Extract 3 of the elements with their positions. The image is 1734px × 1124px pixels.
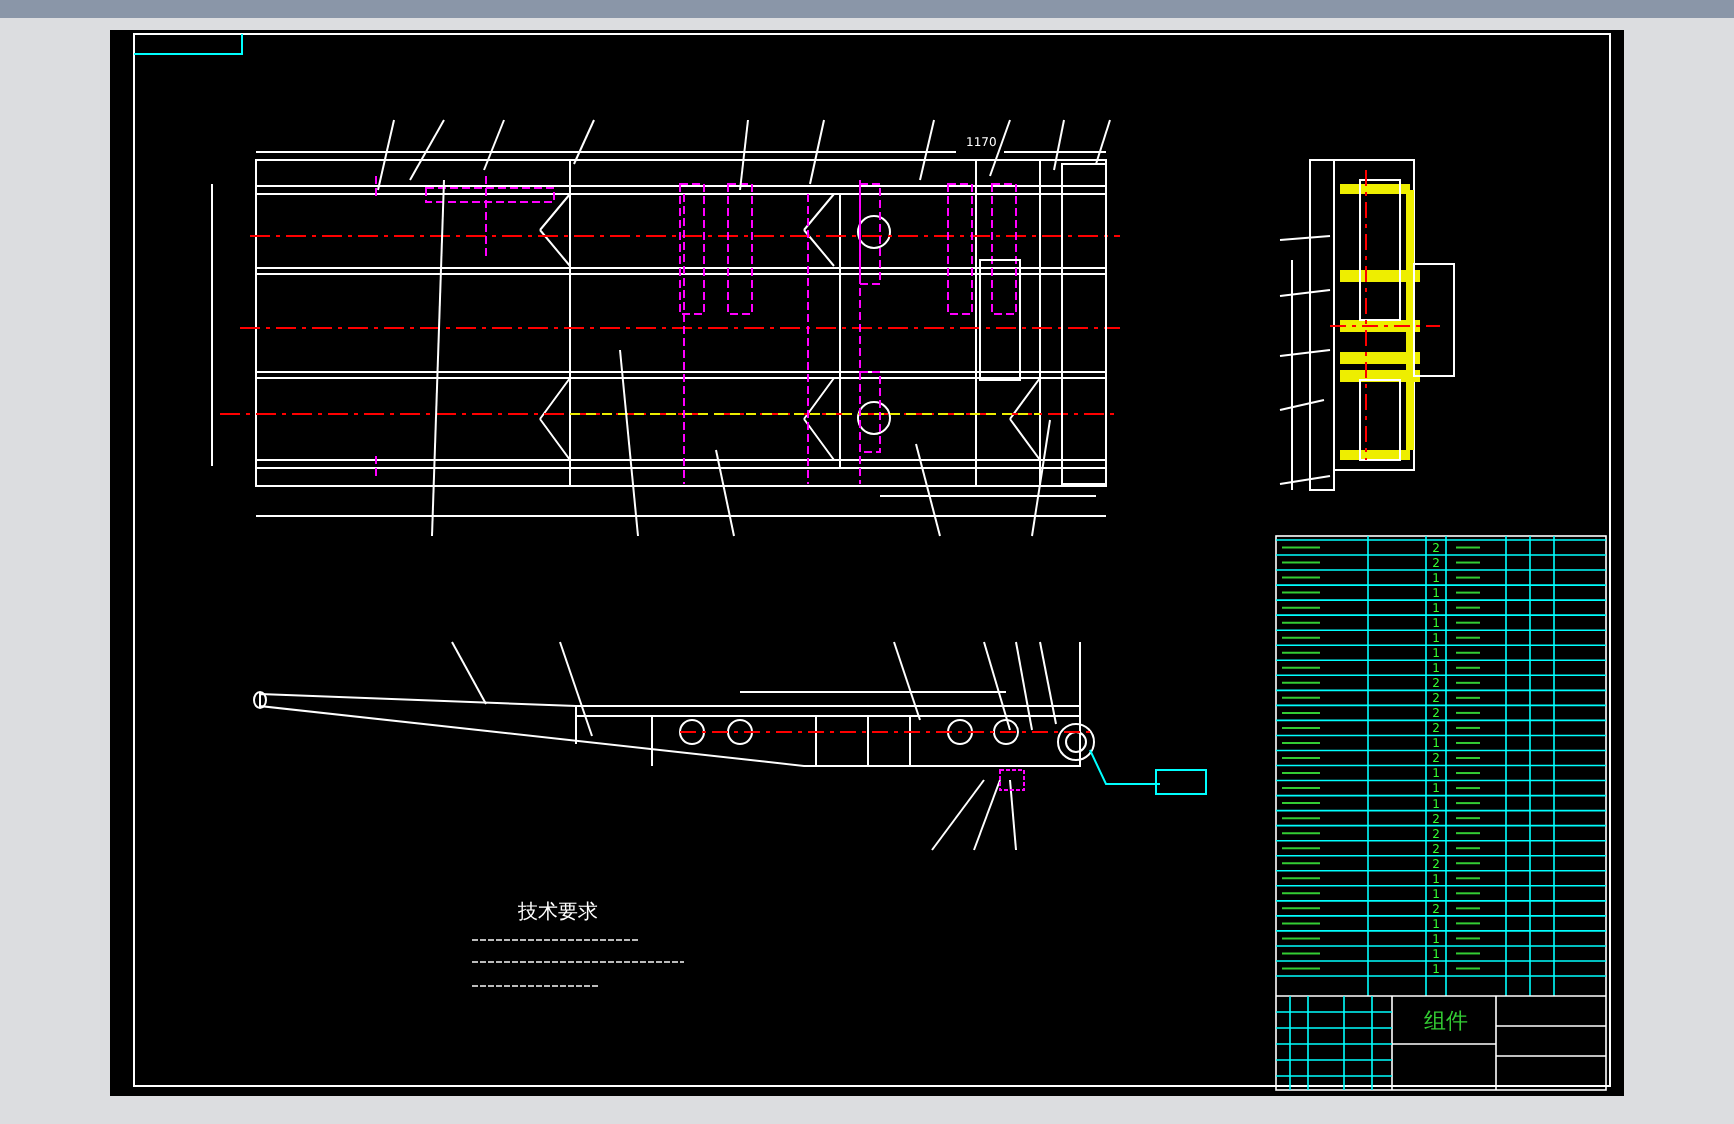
- technical-requirements-heading: 技术要求: [518, 902, 598, 924]
- drawing-title: 组件: [1424, 1008, 1468, 1034]
- frame-corner-mark: [133, 33, 243, 55]
